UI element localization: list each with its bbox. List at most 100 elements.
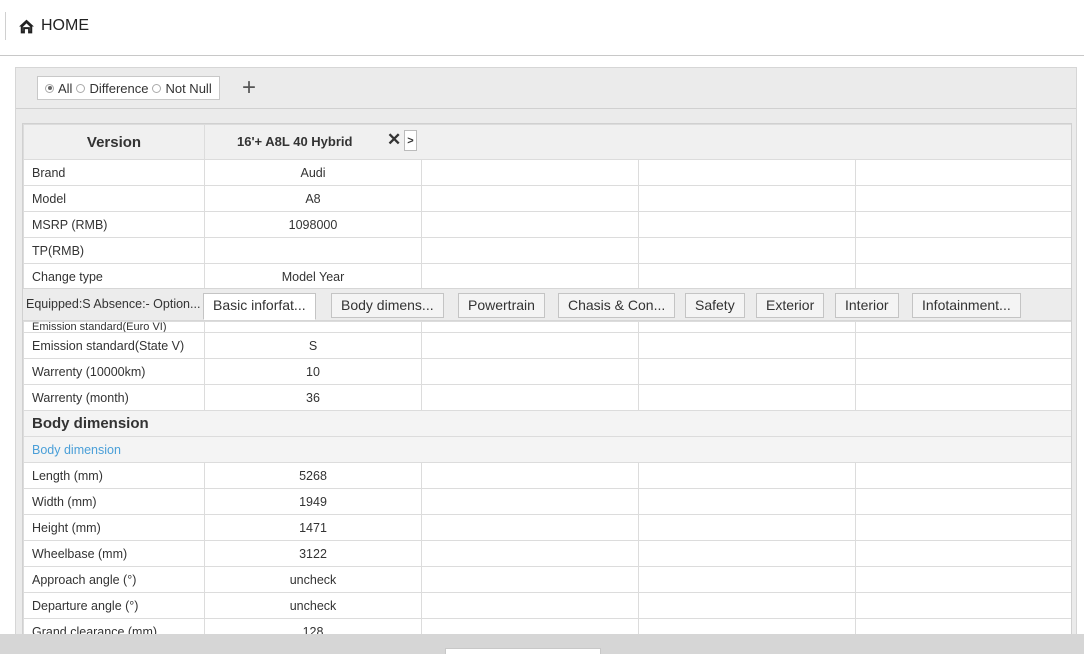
empty-cell xyxy=(421,566,639,593)
filter-option-all[interactable]: All xyxy=(45,81,72,96)
top-bar: HOME xyxy=(0,0,1084,56)
table-row: Brand Audi xyxy=(23,159,1071,186)
add-plus-icon[interactable]: + xyxy=(242,75,256,101)
table-row: Emission standard(State V) S xyxy=(23,332,1071,359)
next-car-button[interactable]: > xyxy=(404,130,417,151)
section-title: Body dimension xyxy=(23,410,1071,437)
empty-cell xyxy=(638,358,856,385)
empty-cell xyxy=(855,540,1071,567)
bottom-bar xyxy=(0,634,1084,654)
empty-cell xyxy=(421,211,639,238)
row-label: Change type xyxy=(23,263,205,290)
empty-cell xyxy=(638,321,856,333)
empty-cell xyxy=(855,211,1071,238)
row-value: A8 xyxy=(204,185,422,212)
radio-selected-icon xyxy=(45,83,54,93)
row-label: Wheelbase (mm) xyxy=(23,540,205,567)
subsection-row: Body dimension xyxy=(23,436,1071,463)
row-value: 1471 xyxy=(204,514,422,541)
tab-safety[interactable]: Safety xyxy=(685,293,745,318)
empty-cell xyxy=(421,540,639,567)
row-label: Brand xyxy=(23,159,205,186)
empty-cell xyxy=(638,618,856,635)
radio-icon xyxy=(152,83,162,93)
table-row: Change type Model Year xyxy=(23,263,1071,290)
empty-cell xyxy=(638,384,856,411)
row-label: Emission standard(State V) xyxy=(23,332,205,359)
empty-cell xyxy=(421,332,639,359)
empty-cell xyxy=(638,237,856,264)
table-row: Warrenty (month) 36 xyxy=(23,384,1071,411)
empty-cell xyxy=(638,514,856,541)
row-label: Warrenty (month) xyxy=(23,384,205,411)
empty-cell xyxy=(421,514,639,541)
table-row: Approach angle (°) uncheck xyxy=(23,566,1071,593)
filter-option-label: Not Null xyxy=(165,80,212,96)
row-label: Departure angle (°) xyxy=(23,592,205,619)
empty-cell xyxy=(638,592,856,619)
table-row: TP(RMB) xyxy=(23,237,1071,264)
row-label: Emission standard(Euro VI) xyxy=(23,321,205,333)
empty-cell xyxy=(421,488,639,515)
row-value: Model Year xyxy=(204,263,422,290)
row-label: Height (mm) xyxy=(23,514,205,541)
tab-chassis-control[interactable]: Chasis & Con... xyxy=(558,293,676,318)
tab-basic-information[interactable]: Basic inforfat... xyxy=(203,293,316,320)
empty-cell xyxy=(421,159,639,186)
table-row: Model A8 xyxy=(23,185,1071,212)
empty-cell xyxy=(421,321,639,333)
empty-cell xyxy=(421,185,639,212)
row-value xyxy=(204,321,422,333)
filter-option-label: Difference xyxy=(89,80,149,96)
empty-cell xyxy=(855,263,1071,290)
row-value: 10 xyxy=(204,358,422,385)
empty-cell xyxy=(855,618,1071,635)
row-label: Grand clearance (mm) xyxy=(23,618,205,635)
radio-icon xyxy=(76,83,86,93)
comparison-sheet: Version 16'+ A8L 40 Hybrid ✕ > Brand Audi… xyxy=(22,123,1072,635)
home-link[interactable]: HOME xyxy=(18,17,89,35)
empty-cell xyxy=(421,237,639,264)
row-label: Width (mm) xyxy=(23,488,205,515)
filter-option-not-null[interactable]: Not Null xyxy=(152,80,212,96)
table-row: Emission standard(Euro VI) xyxy=(23,321,1071,333)
empty-cell xyxy=(855,185,1071,212)
tab-interior[interactable]: Interior xyxy=(835,293,899,318)
filter-option-difference[interactable]: Difference xyxy=(76,81,148,96)
empty-cell xyxy=(421,592,639,619)
compare-panel: All Difference Not Null + Version 16'+ A… xyxy=(15,67,1077,635)
table-row: MSRP (RMB) 1098000 xyxy=(23,211,1071,238)
empty-cell xyxy=(638,263,856,290)
tab-exterior[interactable]: Exterior xyxy=(756,293,825,318)
filter-radio-group: All Difference Not Null xyxy=(37,76,220,100)
tab-infotainment[interactable]: Infotainment... xyxy=(912,293,1021,318)
row-label: Model xyxy=(23,185,205,212)
filter-bar: All Difference Not Null + xyxy=(16,68,1076,109)
remove-car-close-icon[interactable]: ✕ xyxy=(387,130,401,150)
empty-cell xyxy=(855,159,1071,186)
row-label: Approach angle (°) xyxy=(23,566,205,593)
empty-cell xyxy=(421,618,639,635)
row-value: 1098000 xyxy=(204,211,422,238)
table-row: Departure angle (°) uncheck xyxy=(23,592,1071,619)
subsection-title: Body dimension xyxy=(23,436,1071,463)
row-value: 128 xyxy=(204,618,422,635)
empty-cell xyxy=(855,488,1071,515)
empty-cell xyxy=(638,185,856,212)
empty-cell xyxy=(638,540,856,567)
tab-body-dimension[interactable]: Body dimens... xyxy=(331,293,444,318)
empty-cell xyxy=(638,566,856,593)
row-value: uncheck xyxy=(204,592,422,619)
table-row: Wheelbase (mm) 3122 xyxy=(23,540,1071,567)
section-tab-bar: Equipped:S Absence:- Option... Basic inf… xyxy=(23,288,1071,321)
row-label: Warrenty (10000km) xyxy=(23,358,205,385)
bottom-tab-handle[interactable] xyxy=(445,648,601,654)
empty-cell xyxy=(855,332,1071,359)
row-value: Audi xyxy=(204,159,422,186)
tab-powertrain[interactable]: Powertrain xyxy=(458,293,545,318)
empty-cell xyxy=(855,384,1071,411)
empty-cell xyxy=(855,237,1071,264)
row-label: Length (mm) xyxy=(23,462,205,489)
empty-cell xyxy=(421,263,639,290)
empty-cell xyxy=(421,384,639,411)
